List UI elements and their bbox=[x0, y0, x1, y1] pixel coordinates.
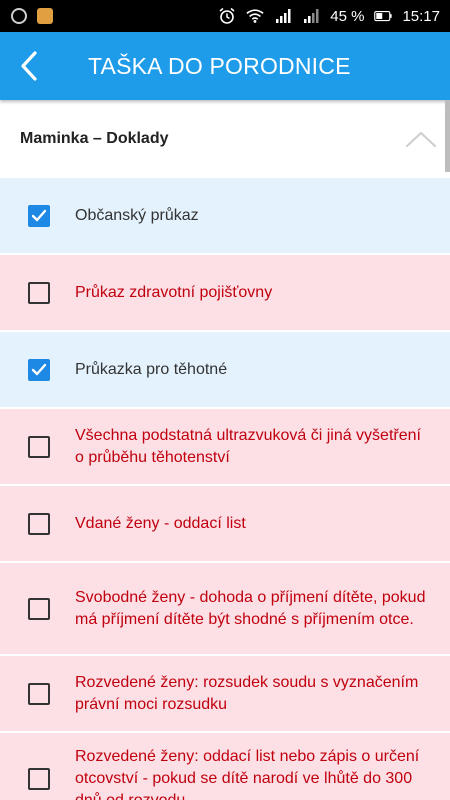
list-item[interactable]: Průkazka pro těhotné bbox=[0, 332, 450, 409]
section-header[interactable]: Maminka – Doklady bbox=[0, 100, 450, 178]
chevron-left-icon bbox=[21, 51, 37, 81]
checkbox[interactable] bbox=[28, 204, 50, 227]
collapse-button[interactable] bbox=[404, 124, 438, 154]
status-bar: 45 % 15:17 bbox=[0, 0, 450, 32]
list-item[interactable]: Občanský průkaz bbox=[0, 178, 450, 255]
list-item[interactable]: Vdané ženy - oddací list bbox=[0, 486, 450, 563]
list-item-label: Průkazka pro těhotné bbox=[75, 360, 228, 378]
checklist: Občanský průkaz Průkaz zdravotní pojišťo… bbox=[0, 178, 450, 800]
list-item-label: Průkaz zdravotní pojišťovny bbox=[75, 283, 273, 301]
chevron-up-icon bbox=[405, 131, 437, 148]
signal-icon bbox=[274, 7, 292, 25]
battery-icon bbox=[374, 7, 393, 25]
list-item[interactable]: Rozvedené ženy: rozsudek soudu s vyznače… bbox=[0, 656, 450, 733]
checkmark-icon bbox=[31, 209, 47, 221]
checkbox[interactable] bbox=[28, 597, 50, 620]
list-item[interactable]: Rozvedené ženy: oddací list nebo zápis o… bbox=[0, 733, 450, 800]
checkbox[interactable] bbox=[28, 358, 50, 381]
notification-app-icon bbox=[10, 7, 28, 25]
list-item-label: Rozvedené ženy: rozsudek soudu s vyznače… bbox=[75, 673, 419, 713]
battery-percentage: 45 % bbox=[330, 7, 365, 25]
checkbox[interactable] bbox=[28, 682, 50, 705]
checkbox[interactable] bbox=[28, 768, 50, 790]
signal-icon-2 bbox=[302, 7, 320, 25]
checkmark-icon bbox=[31, 363, 47, 375]
list-item-label: Vdané ženy - oddací list bbox=[75, 514, 246, 532]
list-item-label: Občanský průkaz bbox=[75, 206, 199, 224]
page-title: TAŠKA DO PORODNICE bbox=[88, 52, 351, 79]
list-item-label: Všechna podstatná ultrazvuková či jiná v… bbox=[75, 426, 421, 466]
list-item-label: Svobodné ženy - dohoda o příjmení dítěte… bbox=[75, 588, 426, 628]
section-title: Maminka – Doklady bbox=[20, 130, 169, 147]
back-button[interactable] bbox=[0, 32, 58, 100]
notification-app-icon-2 bbox=[36, 7, 54, 25]
list-item-label: Rozvedené ženy: oddací list nebo zápis o… bbox=[75, 748, 420, 800]
checkbox[interactable] bbox=[28, 512, 50, 535]
checkbox[interactable] bbox=[28, 435, 50, 458]
list-item[interactable]: Všechna podstatná ultrazvuková či jiná v… bbox=[0, 409, 450, 486]
clock: 15:17 bbox=[402, 7, 440, 25]
list-item[interactable]: Svobodné ženy - dohoda o příjmení dítěte… bbox=[0, 563, 450, 656]
wifi-icon bbox=[246, 7, 264, 25]
app-bar: TAŠKA DO PORODNICE bbox=[0, 32, 450, 100]
checkbox[interactable] bbox=[28, 281, 50, 304]
scrollbar[interactable] bbox=[445, 100, 450, 172]
list-item[interactable]: Průkaz zdravotní pojišťovny bbox=[0, 255, 450, 332]
alarm-icon bbox=[218, 7, 236, 25]
